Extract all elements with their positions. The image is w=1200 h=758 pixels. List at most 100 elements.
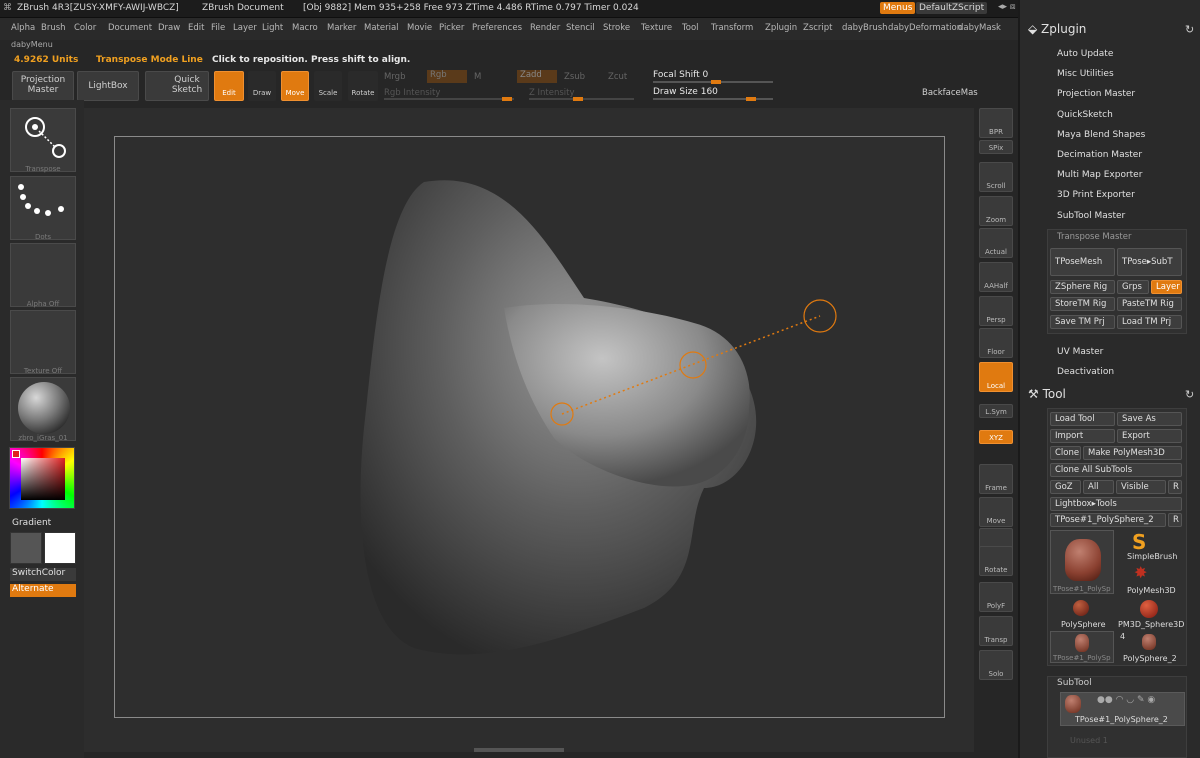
shelf-bpr-button[interactable]: BPR	[979, 108, 1013, 138]
current-tool-thumb[interactable]: TPose#1_PolySp	[1050, 530, 1114, 594]
shelf-aahalf-button[interactable]: AAHalf	[979, 262, 1013, 292]
edit-button[interactable]: Edit	[214, 71, 244, 101]
tposemesh-button[interactable]: TPoseMesh	[1050, 248, 1115, 276]
tpose-subt-button[interactable]: TPose▸SubT	[1117, 248, 1182, 276]
menu-dabybrush[interactable]: dabyBrush	[842, 23, 888, 33]
lightbox-tools-button[interactable]: Lightbox▸Tools	[1050, 497, 1182, 511]
shelf-persp-button[interactable]: Persp	[979, 296, 1013, 326]
layer-button[interactable]: Layer	[1151, 280, 1182, 294]
draw-button[interactable]: Draw	[248, 71, 276, 101]
tool-title[interactable]: ⚒ Tool	[1028, 387, 1066, 401]
panel-divider[interactable]	[1018, 0, 1020, 758]
goz-all-button[interactable]: All	[1083, 480, 1114, 494]
shelf-spix-button[interactable]: SPix	[979, 140, 1013, 154]
grps-button[interactable]: Grps	[1117, 280, 1149, 294]
draw-size-track[interactable]	[653, 97, 773, 101]
menu-material[interactable]: Material	[364, 23, 399, 33]
focal-shift-knob[interactable]	[711, 80, 721, 84]
subtool-visibility-icon[interactable]: ●● ◠ ◡ ✎ ◉	[1097, 695, 1155, 705]
zplugin-item[interactable]: Auto Update	[1057, 49, 1113, 59]
zsub-toggle[interactable]: Zsub	[564, 72, 585, 82]
stroke-dots-thumb[interactable]: Dots	[10, 176, 76, 241]
simple-brush-icon[interactable]: S	[1132, 530, 1146, 554]
menu-macro[interactable]: Macro	[292, 23, 318, 33]
menu-marker[interactable]: Marker	[327, 23, 356, 33]
load-tool-button[interactable]: Load Tool	[1050, 412, 1115, 426]
gradient-label[interactable]: Gradient	[12, 518, 51, 528]
zsphere-rig-button[interactable]: ZSphere Rig	[1050, 280, 1115, 294]
sculpt-mesh[interactable]	[84, 108, 974, 752]
scale-button[interactable]: Scale	[314, 71, 342, 101]
goz-button[interactable]: GoZ	[1050, 480, 1081, 494]
make-polymesh-button[interactable]: Make PolyMesh3D	[1083, 446, 1182, 460]
polysphere-label[interactable]: PolySphere	[1061, 620, 1106, 629]
zcut-toggle[interactable]: Zcut	[608, 72, 627, 82]
menu-picker[interactable]: Picker	[439, 23, 464, 33]
quick-sketch-button[interactable]: Quick Sketch	[145, 71, 209, 101]
zplugin-item[interactable]: Projection Master	[1057, 89, 1135, 99]
main-color-swatch[interactable]	[44, 532, 76, 564]
primary-color-swatch[interactable]	[12, 450, 20, 458]
shelf-zoom-button[interactable]: Zoom	[979, 196, 1013, 226]
menu-stroke[interactable]: Stroke	[603, 23, 630, 33]
z-slider-track[interactable]	[529, 97, 634, 101]
secondary-color-swatch[interactable]	[10, 532, 42, 564]
storetm-rig-button[interactable]: StoreTM Rig	[1050, 297, 1115, 311]
polymesh3d-label[interactable]: PolyMesh3D	[1127, 586, 1176, 595]
pastetm-rig-button[interactable]: PasteTM Rig	[1117, 297, 1182, 311]
menu-stencil[interactable]: Stencil	[566, 23, 595, 33]
shelf-frame-button[interactable]: Frame	[979, 464, 1013, 494]
color-picker[interactable]	[9, 447, 75, 509]
menu-document[interactable]: Document	[108, 23, 152, 33]
polysphere2-icon[interactable]	[1142, 634, 1156, 650]
tool-refresh-icon[interactable]: ↻	[1185, 388, 1194, 401]
clone-all-subtools-button[interactable]: Clone All SubTools	[1050, 463, 1182, 477]
menu-alpha[interactable]: Alpha	[11, 23, 35, 33]
shelf-transp-button[interactable]: Transp	[979, 616, 1013, 646]
menu-preferences[interactable]: Preferences	[472, 23, 522, 33]
focal-shift-track[interactable]	[653, 80, 773, 84]
alpha-thumb[interactable]: Alpha Off	[10, 243, 76, 308]
goz-visible-button[interactable]: Visible	[1116, 480, 1166, 494]
draw-size-knob[interactable]	[746, 97, 756, 101]
shelf-local-button[interactable]: Local	[979, 362, 1013, 392]
material-thumb[interactable]: zbro_iGras_01	[10, 377, 76, 442]
menu-zscript[interactable]: Zscript	[803, 23, 833, 33]
menu-transform[interactable]: Transform	[711, 23, 753, 33]
menu-tool[interactable]: Tool	[682, 23, 699, 33]
polysphere2-label[interactable]: PolySphere_2	[1123, 654, 1177, 663]
move-button[interactable]: Move	[281, 71, 309, 101]
texture-thumb[interactable]: Texture Off	[10, 310, 76, 375]
zplugin-item[interactable]: QuickSketch	[1057, 110, 1113, 120]
uv-master-item[interactable]: UV Master	[1057, 347, 1103, 357]
viewport-bottom-tab[interactable]	[474, 748, 564, 752]
transpose-master-header[interactable]: Transpose Master	[1057, 232, 1131, 242]
current-tool-slider[interactable]: TPose#1_PolySphere_2	[1050, 513, 1166, 527]
backface-mask-button[interactable]: BackfaceMas	[922, 88, 978, 98]
menus-button[interactable]: Menus	[880, 2, 916, 14]
zscript-button[interactable]: DefaultZScript	[916, 2, 988, 14]
z-intensity-slider[interactable]: Z Intensity	[529, 88, 575, 98]
menu-light[interactable]: Light	[262, 23, 283, 33]
sub-menu[interactable]: dabyMenu	[11, 40, 53, 49]
draw-size-slider[interactable]: Draw Size 160	[653, 87, 773, 101]
current-tool-r-button[interactable]: R	[1168, 513, 1182, 527]
zplugin-title[interactable]: ⬙ Zplugin	[1028, 22, 1086, 36]
shelf-actual-button[interactable]: Actual	[979, 228, 1013, 258]
rgb-slider-knob[interactable]	[502, 97, 512, 101]
deactivation-item[interactable]: Deactivation	[1057, 367, 1114, 377]
zplugin-item[interactable]: Misc Utilities	[1057, 69, 1114, 79]
projection-master-button[interactable]: Projection Master	[12, 71, 74, 101]
shelf-solo-button[interactable]: Solo	[979, 650, 1013, 680]
tpose-thumb-2[interactable]: TPose#1_PolySp	[1050, 631, 1114, 663]
shelf-lsym-button[interactable]: L.Sym	[979, 404, 1013, 418]
rgb-intensity-slider[interactable]: Rgb Intensity	[384, 88, 440, 98]
pm3d-sphere-icon[interactable]	[1140, 600, 1158, 618]
zplugin-item[interactable]: Multi Map Exporter	[1057, 170, 1142, 180]
shelf-polyf-button[interactable]: PolyF	[979, 582, 1013, 612]
menu-dabymask[interactable]: dabyMask	[958, 23, 1001, 33]
z-slider-knob[interactable]	[573, 97, 583, 101]
polysphere-icon[interactable]	[1073, 600, 1089, 616]
shelf-xyz-button[interactable]: XYZ	[979, 430, 1013, 444]
canvas-viewport[interactable]	[84, 108, 974, 752]
